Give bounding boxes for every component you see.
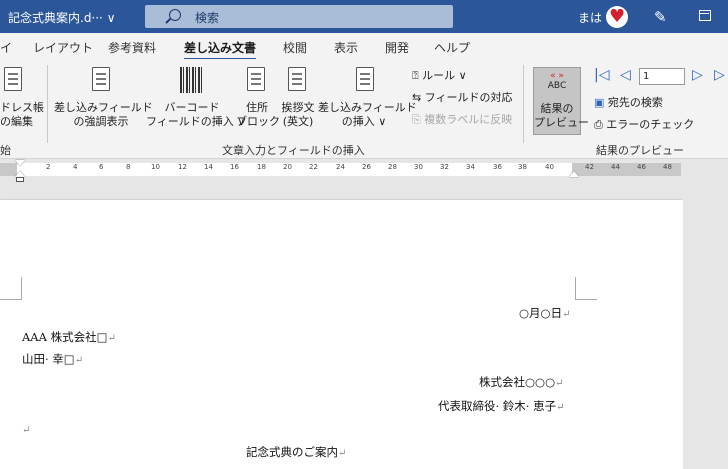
abc-icon: ABC (547, 81, 567, 91)
find-recipient-icon: ▣ (594, 96, 608, 109)
highlight-merge-fields-button[interactable]: 差し込みフィールド の強調表示 (54, 101, 153, 129)
document-title-line[interactable]: 記念式典のご案内↵ (246, 444, 346, 460)
tab-review[interactable]: 校閲 (283, 39, 307, 56)
tab-help[interactable]: ヘルプ (434, 39, 470, 56)
ruler-tick: 14 (204, 163, 213, 171)
match-fields-icon: ⇆ (412, 91, 425, 104)
tab-view[interactable]: 表示 (334, 39, 358, 56)
insert-barcode-field-button[interactable]: バーコード フィールドの挿入 ∨ (146, 101, 245, 129)
insert-merge-field-button[interactable]: 差し込みフィールド の挿入 ∨ (318, 101, 417, 129)
group-preview-label: 結果のプレビュー (596, 144, 684, 157)
find-recipient-button[interactable]: ▣ 宛先の検索 (594, 94, 663, 110)
ruler-tick: 22 (309, 163, 318, 171)
record-number-input[interactable]: 1 (639, 68, 685, 85)
ribbon-display-icon[interactable] (699, 10, 711, 21)
left-indent-marker[interactable] (16, 177, 24, 182)
horizontal-ruler[interactable]: 2 4 6 8 10 12 14 16 18 20 22 24 26 28 30… (0, 160, 728, 182)
ruler-tick: 8 (126, 163, 131, 171)
preview-results-button[interactable]: « » ABC 結果の プレビュー (533, 67, 589, 135)
greeting-line-icon (288, 67, 306, 91)
edit-recipient-list-button[interactable]: ドレス帳 の編集 (0, 101, 44, 129)
recipient-company-line[interactable]: AAA 株式会社□↵ (22, 329, 116, 345)
crop-mark-right (575, 277, 597, 300)
ruler-tick: 26 (362, 163, 371, 171)
ruler-tick: 44 (611, 163, 620, 171)
address-block-icon (247, 67, 265, 91)
heart-icon: ♥ (609, 6, 626, 27)
first-record-icon[interactable]: |◁ (594, 67, 609, 83)
tab-layout[interactable]: レイアウト (33, 39, 93, 56)
search-box[interactable]: 検索 (145, 5, 453, 28)
ruler-tick: 16 (230, 163, 239, 171)
document-page[interactable]: ○月○日↵ AAA 株式会社□↵ 山田· 幸□↵ 株式会社○○○↵ 代表取締役·… (0, 200, 683, 469)
ruler-tick: 2 (46, 163, 51, 171)
ruler-tick: 24 (336, 163, 345, 171)
tab-mailings[interactable]: 差し込み文書 (184, 39, 257, 61)
next-record-icon[interactable]: ▷ (692, 67, 703, 83)
ruler-tick: 38 (518, 163, 527, 171)
ruler-tick: 42 (585, 163, 594, 171)
update-labels-button[interactable]: ⎘ 複数ラベルに反映 (412, 111, 512, 127)
ruler-tick: 48 (663, 163, 672, 171)
title-bar: 記念式典案内.d··· ∨ 検索 まは ♥ ✎ (0, 0, 728, 33)
avatar[interactable]: ♥ (606, 6, 628, 28)
tab-references[interactable]: 参考資料 (108, 39, 156, 56)
ruler-tick: 28 (388, 163, 397, 171)
update-labels-icon: ⎘ (412, 113, 425, 126)
group-start-label: 始 (0, 144, 11, 157)
ruler-tick: 6 (99, 163, 104, 171)
date-line[interactable]: ○月○日↵ (519, 305, 570, 321)
document-name-dropdown[interactable]: 記念式典案内.d··· ∨ (8, 9, 115, 26)
address-book-icon (4, 67, 22, 91)
document-margin-area (683, 182, 728, 469)
match-fields-button[interactable]: ⇆ フィールドの対応 (412, 89, 513, 105)
empty-paragraph[interactable]: ↵ (22, 422, 30, 436)
check-errors-button[interactable]: ⎙ エラーのチェック (594, 116, 694, 132)
ruler-tick: 20 (283, 163, 292, 171)
ruler-tick: 34 (466, 163, 475, 171)
ruler-tick: 18 (257, 163, 266, 171)
crop-mark-left (0, 277, 22, 300)
rules-button[interactable]: ⍰ ルール ∨ (412, 67, 467, 83)
highlight-fields-icon (92, 67, 110, 91)
ruler-tick: 30 (414, 163, 423, 171)
group-write-insert-label: 文章入力とフィールドの挿入 (222, 144, 365, 157)
barcode-icon (180, 67, 204, 93)
preview-results-label: 結果の プレビュー (534, 102, 589, 129)
ruler-tick: 4 (73, 163, 78, 171)
sender-company-line[interactable]: 株式会社○○○↵ (479, 374, 564, 390)
separator (523, 65, 524, 143)
sender-name-line[interactable]: 代表取締役· 鈴木· 恵子↵ (438, 398, 565, 414)
search-placeholder: 検索 (195, 11, 220, 25)
previous-record-icon[interactable]: ◁ (620, 67, 631, 83)
tab-insert[interactable]: イ (0, 39, 12, 56)
search-icon (169, 9, 181, 21)
ruler-tick: 40 (545, 163, 554, 171)
ruler-tick: 12 (178, 163, 187, 171)
ruler-tick: 10 (151, 163, 160, 171)
separator (47, 65, 48, 143)
ribbon-tabs: イ レイアウト 参考資料 差し込み文書 校閲 表示 開発 ヘルプ (0, 33, 728, 61)
ruler-tick: 46 (637, 163, 646, 171)
insert-merge-field-icon (356, 67, 374, 91)
right-indent-marker[interactable] (569, 171, 579, 177)
last-record-icon[interactable]: ▷ (714, 67, 725, 83)
rules-icon: ⍰ (412, 69, 423, 82)
greeting-line-button[interactable]: 挨拶文 (英文) (278, 101, 318, 129)
check-errors-icon: ⎙ (594, 118, 607, 131)
first-line-indent-marker[interactable] (15, 160, 25, 166)
recipient-name-line[interactable]: 山田· 幸□↵ (22, 351, 83, 367)
tab-developer[interactable]: 開発 (385, 39, 409, 56)
pen-icon[interactable]: ✎ (654, 8, 667, 26)
user-name[interactable]: まは (578, 9, 602, 26)
ruler-tick: 36 (493, 163, 502, 171)
ribbon: ドレス帳 の編集 始 差し込みフィールド の強調表示 バーコード フィールドの挿入 ∨… (0, 59, 728, 159)
ruler-tick: 32 (440, 163, 449, 171)
address-block-button[interactable]: 住所 ブロック (236, 101, 280, 129)
